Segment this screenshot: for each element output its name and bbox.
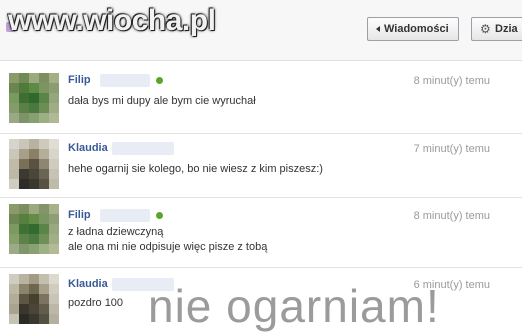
sender-name[interactable]: Filip [68,209,91,221]
blurred-surname [112,142,174,155]
gear-icon: ⚙ [480,22,491,36]
avatar[interactable] [9,73,59,123]
sender-name[interactable]: Filip [68,74,91,86]
message-time: 8 minut(y) temu [413,75,490,87]
message-text: dała bys mi dupy ale bym cie wyruchał [68,95,256,107]
avatar[interactable] [9,274,59,324]
caption-watermark: nie ogarniam! [148,280,440,332]
message-toolbar: www.wiocha.pl Wiadomości ⚙ Dzia [0,0,522,61]
online-indicator-icon [156,212,163,219]
message-item: Klaudia 7 minut(y) temu hehe ogarnij sie… [0,134,522,198]
back-button-label: Wiadomości [384,23,449,35]
online-indicator-icon [156,77,163,84]
back-to-messages-button[interactable]: Wiadomości [367,17,459,41]
actions-button[interactable]: ⚙ Dzia [471,17,522,41]
sender-name[interactable]: Klaudia [68,142,108,154]
blurred-surname [100,74,150,87]
sender-name[interactable]: Klaudia [68,278,108,290]
message-text-line: ale ona mi nie odpisuje więc pisze z tob… [68,241,268,253]
blurred-surname [100,209,150,222]
avatar[interactable] [9,204,59,254]
message-text: hehe ogarnij sie kolego, bo nie wiesz z … [68,163,323,175]
actions-button-label: Dzia [495,23,518,35]
message-item: Filip 8 minut(y) temu z ładna dziewczyną… [0,198,522,268]
avatar[interactable] [9,139,59,189]
chevron-left-icon [376,26,380,32]
message-time: 7 minut(y) temu [413,143,490,155]
message-item: Filip 8 minut(y) temu dała bys mi dupy a… [0,67,522,134]
message-time: 8 minut(y) temu [413,210,490,222]
message-text-line: z ładna dziewczyną [68,226,164,238]
message-text: pozdro 100 [68,297,124,309]
site-watermark: www.wiocha.pl [8,4,216,37]
